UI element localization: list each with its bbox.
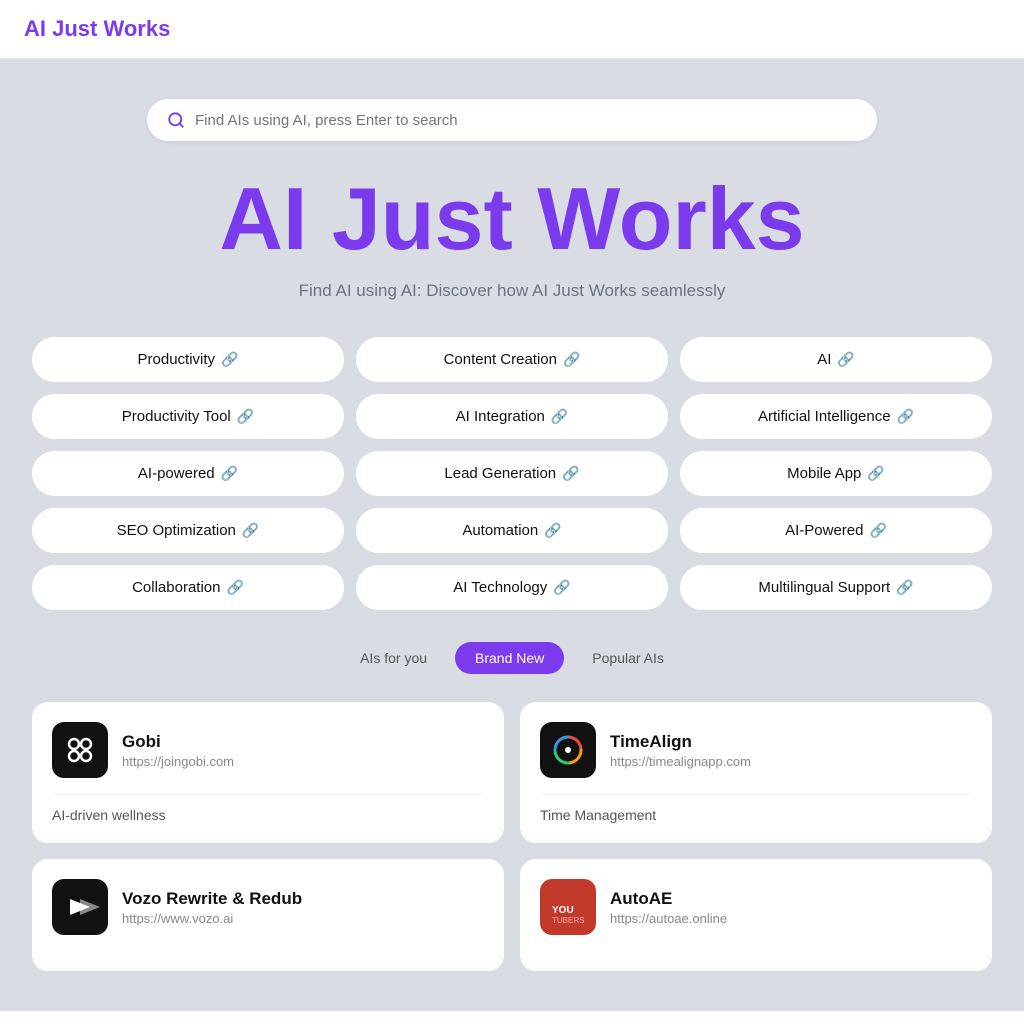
- card-url-vozo[interactable]: https://www.vozo.ai: [122, 911, 302, 926]
- card-top: YOU TUBERS AutoAE https://autoae.online: [540, 879, 972, 935]
- card-desc-timealign: Time Management: [540, 794, 972, 823]
- card-logo-autoae: YOU TUBERS: [540, 879, 596, 935]
- card-name-gobi: Gobi: [122, 732, 234, 752]
- link-icon: 🔗: [867, 465, 884, 482]
- category-btn-artificial-intelligence[interactable]: Artificial Intelligence🔗: [680, 394, 992, 439]
- tab-popular-ais[interactable]: Popular AIs: [572, 642, 684, 674]
- category-btn-ai-powered[interactable]: AI-Powered🔗: [680, 508, 992, 553]
- link-icon: 🔗: [897, 408, 914, 425]
- card-logo-timealign: [540, 722, 596, 778]
- category-btn-seo-optimization[interactable]: SEO Optimization🔗: [32, 508, 344, 553]
- card-url-gobi[interactable]: https://joingobi.com: [122, 754, 234, 769]
- link-icon: 🔗: [221, 465, 238, 482]
- category-btn-content-creation[interactable]: Content Creation🔗: [356, 337, 668, 382]
- card-name-vozo: Vozo Rewrite & Redub: [122, 889, 302, 909]
- hero-subtitle: Find AI using AI: Discover how AI Just W…: [299, 281, 726, 301]
- card-logo-vozo: [52, 879, 108, 935]
- cards-grid: Gobi https://joingobi.com AI-driven well…: [32, 702, 992, 971]
- category-btn-ai-technology[interactable]: AI Technology🔗: [356, 565, 668, 610]
- ai-card-timealign: TimeAlign https://timealignapp.com Time …: [520, 702, 992, 843]
- category-btn-collaboration[interactable]: Collaboration🔗: [32, 565, 344, 610]
- category-btn-productivity-tool[interactable]: Productivity Tool🔗: [32, 394, 344, 439]
- card-top: Gobi https://joingobi.com: [52, 722, 484, 778]
- card-logo-gobi: [52, 722, 108, 778]
- card-info: AutoAE https://autoae.online: [610, 889, 727, 926]
- search-bar: [147, 99, 877, 141]
- category-btn-automation[interactable]: Automation🔗: [356, 508, 668, 553]
- category-btn-lead-generation[interactable]: Lead Generation🔗: [356, 451, 668, 496]
- card-name-timealign: TimeAlign: [610, 732, 751, 752]
- link-icon: 🔗: [837, 351, 854, 368]
- category-btn-ai-integration[interactable]: AI Integration🔗: [356, 394, 668, 439]
- card-info: Vozo Rewrite & Redub https://www.vozo.ai: [122, 889, 302, 926]
- card-info: Gobi https://joingobi.com: [122, 732, 234, 769]
- card-top: TimeAlign https://timealignapp.com: [540, 722, 972, 778]
- link-icon: 🔗: [221, 351, 238, 368]
- link-icon: 🔗: [869, 522, 886, 539]
- tab-ais-for-you[interactable]: AIs for you: [340, 642, 447, 674]
- tab-brand-new[interactable]: Brand New: [455, 642, 564, 674]
- ai-card-vozo: Vozo Rewrite & Redub https://www.vozo.ai: [32, 859, 504, 971]
- card-desc-gobi: AI-driven wellness: [52, 794, 484, 823]
- main-content: AI Just Works Find AI using AI: Discover…: [0, 59, 1024, 1011]
- link-icon: 🔗: [896, 579, 913, 596]
- link-icon: 🔗: [551, 408, 568, 425]
- category-grid: Productivity🔗 Content Creation🔗 AI🔗 Product…: [32, 337, 992, 610]
- svg-text:TUBERS: TUBERS: [552, 916, 584, 925]
- svg-text:YOU: YOU: [552, 905, 574, 916]
- search-icon: [167, 111, 185, 129]
- category-btn-multilingual-support[interactable]: Multilingual Support🔗: [680, 565, 992, 610]
- link-icon: 🔗: [226, 579, 243, 596]
- search-wrapper: [147, 99, 877, 141]
- link-icon: 🔗: [553, 579, 570, 596]
- tab-row: AIs for youBrand NewPopular AIs: [340, 642, 684, 674]
- card-name-autoae: AutoAE: [610, 889, 727, 909]
- link-icon: 🔗: [237, 408, 254, 425]
- logo[interactable]: AI Just Works: [24, 16, 170, 41]
- hero-title: AI Just Works: [219, 173, 804, 265]
- card-info: TimeAlign https://timealignapp.com: [610, 732, 751, 769]
- category-btn-ai-powered[interactable]: AI-powered🔗: [32, 451, 344, 496]
- link-icon: 🔗: [544, 522, 561, 539]
- ai-card-autoae: YOU TUBERS AutoAE https://autoae.online: [520, 859, 992, 971]
- card-url-autoae[interactable]: https://autoae.online: [610, 911, 727, 926]
- category-btn-mobile-app[interactable]: Mobile App🔗: [680, 451, 992, 496]
- category-btn-productivity[interactable]: Productivity🔗: [32, 337, 344, 382]
- card-top: Vozo Rewrite & Redub https://www.vozo.ai: [52, 879, 484, 935]
- category-btn-ai[interactable]: AI🔗: [680, 337, 992, 382]
- link-icon: 🔗: [563, 351, 580, 368]
- link-icon: 🔗: [242, 522, 259, 539]
- link-icon: 🔗: [562, 465, 579, 482]
- card-url-timealign[interactable]: https://timealignapp.com: [610, 754, 751, 769]
- search-input[interactable]: [195, 112, 857, 129]
- header: AI Just Works: [0, 0, 1024, 59]
- ai-card-gobi: Gobi https://joingobi.com AI-driven well…: [32, 702, 504, 843]
